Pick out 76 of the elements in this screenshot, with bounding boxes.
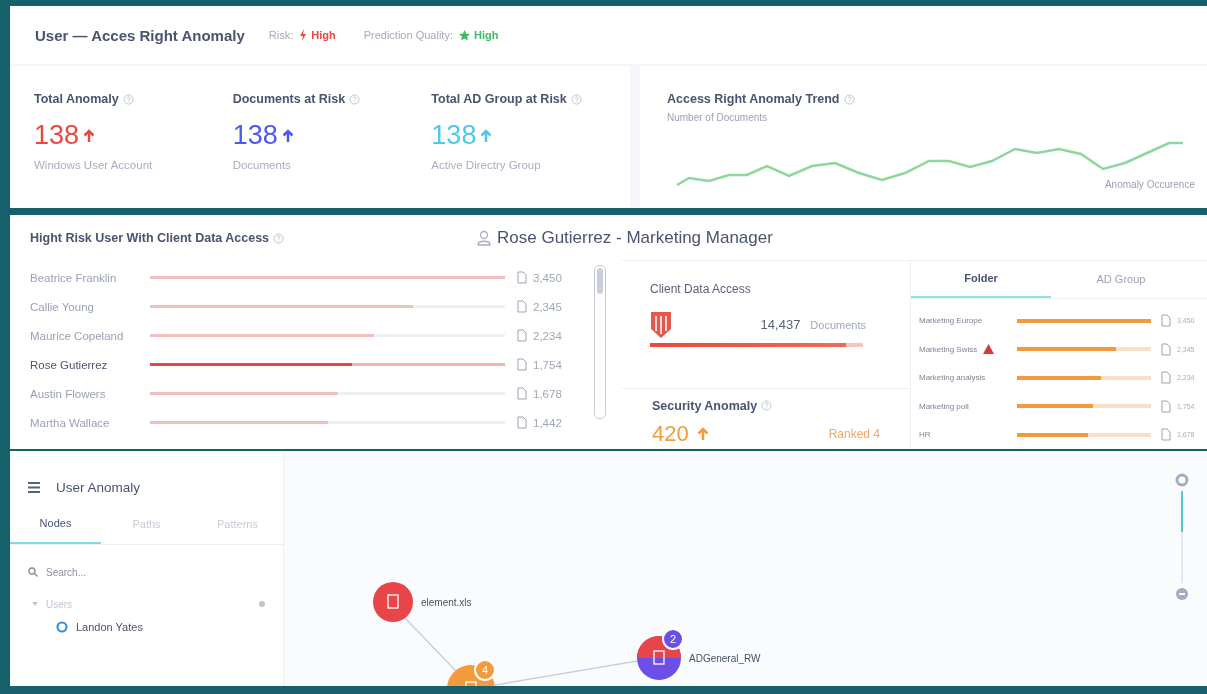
scrollbar[interactable] — [594, 265, 606, 419]
user-row[interactable]: Maurice Copeland 2,234 — [30, 321, 586, 350]
stat-value: 138 — [232, 120, 278, 151]
tree-group[interactable]: Users — [32, 595, 265, 613]
rank-label: Ranked 4 — [828, 426, 880, 441]
user-row[interactable]: Martha Wallace 1,442 — [30, 408, 586, 437]
document-icon — [517, 329, 527, 342]
document-count: 14,437 — [760, 317, 801, 332]
lightning-icon — [299, 29, 308, 41]
up-arrow-icon — [480, 128, 493, 143]
user-node-icon — [56, 621, 68, 633]
stat-caption: Documents — [232, 159, 292, 171]
help-icon[interactable] — [761, 400, 773, 411]
zoom-in-icon[interactable] — [1175, 473, 1189, 487]
stat-value: 138 — [34, 120, 80, 151]
user-icon — [477, 230, 491, 247]
stat-title: Total AD Group at Risk — [431, 92, 567, 106]
file-node[interactable] — [373, 582, 413, 622]
document-icon — [517, 271, 527, 284]
node-label: ADGeneral_RW — [689, 653, 761, 664]
risk-label: Risk: — [268, 29, 294, 41]
axis-label: Anomaly Occurence — [1104, 179, 1195, 190]
star-icon — [458, 29, 470, 41]
document-icon — [517, 416, 527, 429]
help-icon[interactable] — [122, 93, 134, 105]
document-icon — [1161, 371, 1171, 385]
chart-title: Access Right Anomaly Trend — [667, 92, 840, 106]
axis-label: Number of Documents — [667, 112, 769, 123]
user-row[interactable]: Austin Flowers 1,678 — [30, 379, 586, 408]
edge-line — [404, 617, 457, 672]
up-arrow-icon — [696, 426, 709, 441]
user-row[interactable]: Rose Gutierrez 1,754 — [30, 350, 586, 379]
quality-value: High — [473, 29, 499, 41]
section-title: Hight Risk User With Client Data Access — [30, 231, 270, 245]
help-icon[interactable] — [273, 232, 285, 244]
up-arrow-icon — [281, 128, 294, 143]
stat-title: Total Anomaly — [34, 92, 119, 106]
folder-name: Marketing Europe — [919, 316, 983, 326]
unit-label: Documents — [810, 318, 866, 331]
document-icon — [517, 387, 527, 400]
profile-name: Rose Gutierrez - Marketing Manager — [497, 228, 773, 249]
folder-name: HR — [919, 430, 931, 440]
card-title: Client Data Access — [650, 281, 751, 296]
risk-value: High — [311, 29, 336, 41]
count-badge: 4 — [474, 659, 496, 681]
user-row[interactable]: Callie Young 2,345 — [30, 292, 586, 321]
document-icon — [517, 358, 527, 371]
node-label: element.xls — [421, 597, 472, 608]
document-icon — [1161, 342, 1171, 356]
folder-name: Marketing analysis — [919, 373, 986, 383]
up-arrow-icon — [83, 128, 96, 143]
shield-icon — [650, 310, 672, 339]
stat-title: Documents at Risk — [232, 92, 346, 106]
document-icon — [1161, 314, 1171, 328]
count-badge: 2 — [662, 628, 684, 650]
quality-label: Prediction Quality: — [363, 29, 453, 41]
help-icon[interactable] — [570, 93, 582, 105]
card-title: Security Anomaly — [652, 398, 758, 413]
panel-title: User Anomaly — [56, 479, 141, 495]
page-title: User — Acces Right Anomaly — [35, 26, 245, 44]
folder-name: Marketing Swiss — [919, 344, 978, 354]
tree-item[interactable]: Landon Yates — [56, 621, 283, 633]
user-row[interactable]: Beatrice Franklin 3,450 — [30, 263, 586, 292]
zoom-out-icon[interactable] — [1175, 587, 1189, 601]
stat-value: 138 — [431, 120, 477, 151]
document-icon — [517, 300, 527, 313]
search-icon — [28, 567, 38, 577]
menu-icon[interactable] — [28, 481, 40, 493]
help-icon[interactable] — [349, 93, 361, 105]
document-icon — [1161, 428, 1171, 442]
stat-caption: Windows User Account — [34, 159, 154, 171]
anomaly-value: 420 — [652, 420, 689, 447]
stat-caption: Active Directry Group — [431, 159, 542, 171]
help-icon[interactable] — [843, 93, 855, 105]
document-icon — [1161, 399, 1171, 413]
folder-name: Marketing poll — [919, 401, 969, 411]
